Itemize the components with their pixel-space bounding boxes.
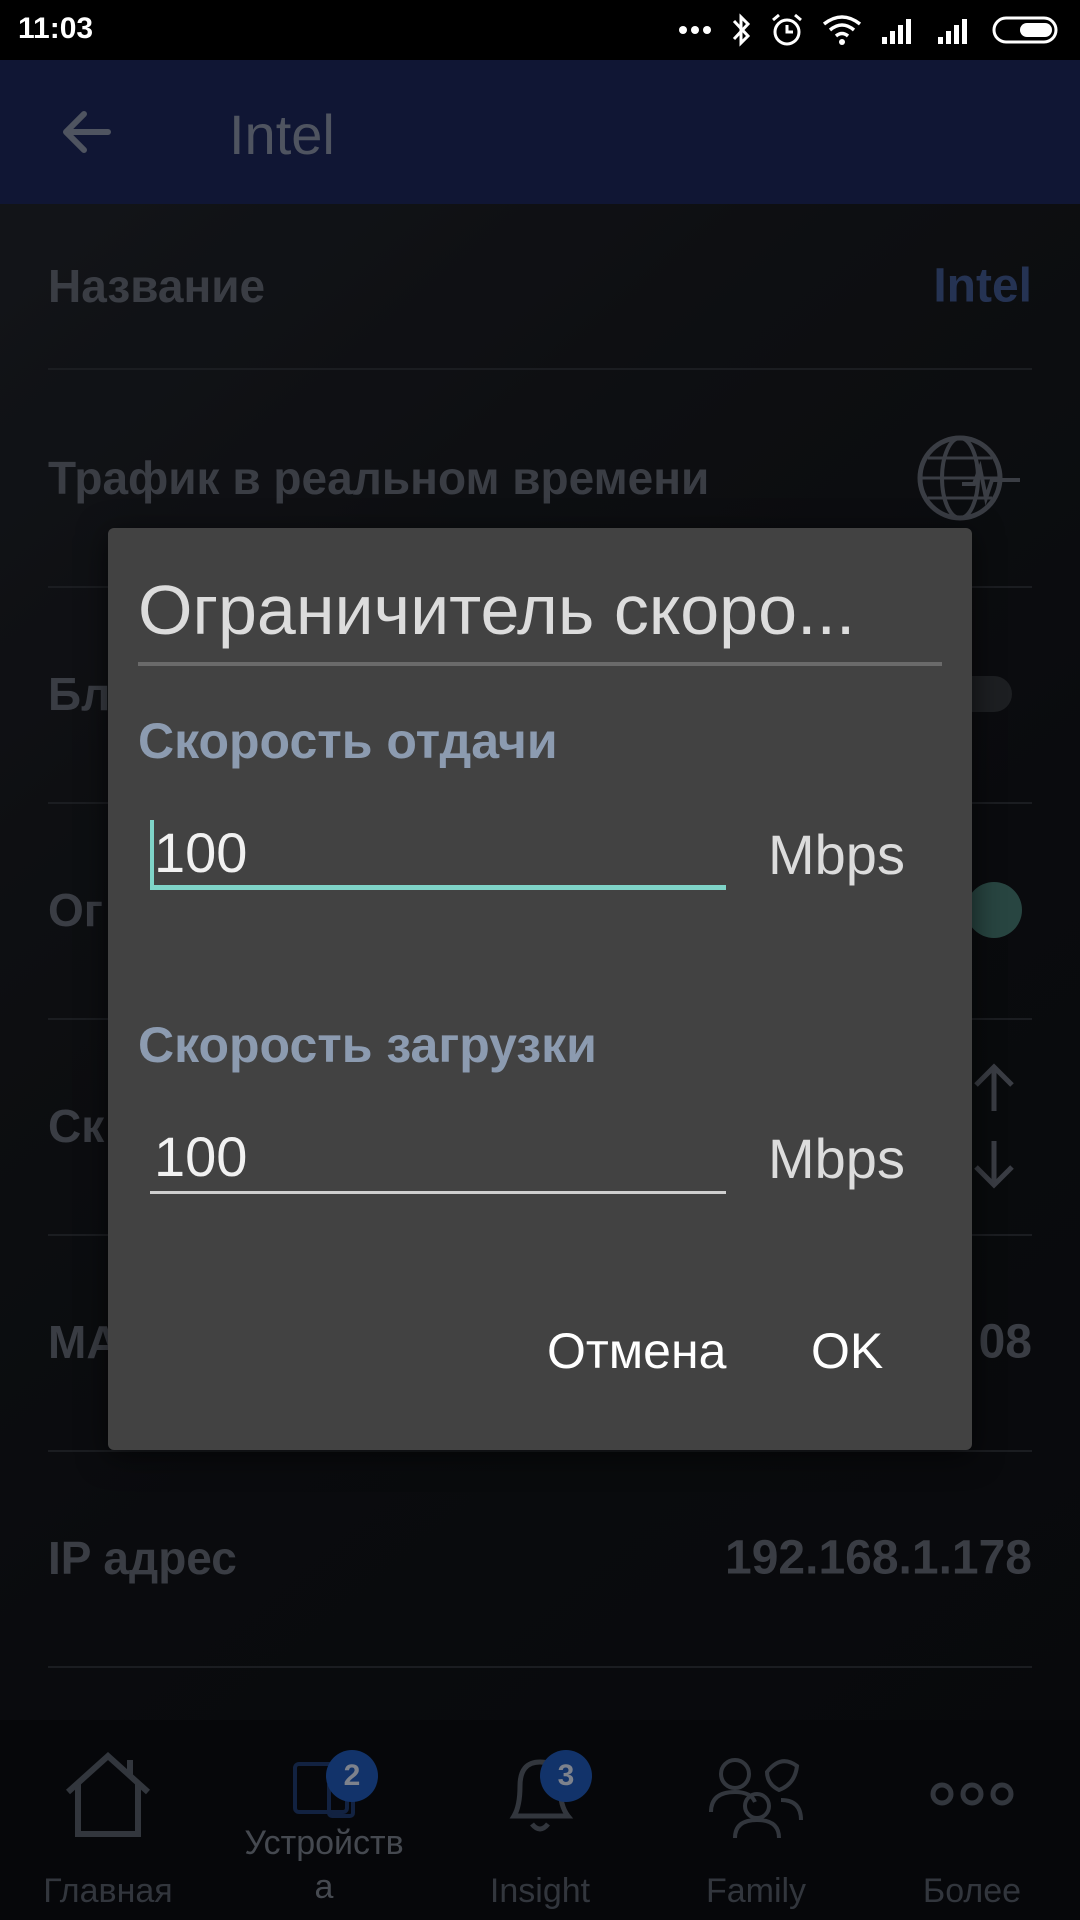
status-time: 11:03 [18, 12, 94, 45]
dialog-title: Ограничитель скоро... [138, 571, 856, 649]
download-speed-value: 100 [154, 1125, 248, 1188]
upload-unit: Mbps [768, 823, 905, 886]
download-speed-label: Скорость загрузки [138, 1017, 597, 1073]
status-bar: 11:03 [0, 0, 1080, 60]
signal-icon [938, 19, 967, 44]
input-underline [150, 885, 726, 890]
battery-icon [992, 16, 1058, 44]
upload-speed-input[interactable]: 100 [150, 810, 726, 890]
alarm-icon [772, 13, 802, 46]
input-underline [150, 1191, 726, 1194]
cancel-button[interactable]: Отмена [547, 1322, 726, 1380]
upload-speed-value: 100 [154, 821, 248, 884]
dialog-title-divider [138, 662, 942, 666]
upload-speed-label: Скорость отдачи [138, 713, 558, 769]
download-speed-input[interactable]: 100 [150, 1114, 726, 1194]
speed-limiter-dialog: Ограничитель скоро... Скорость отдачи 10… [108, 528, 972, 1450]
status-icons [678, 10, 1062, 50]
download-unit: Mbps [768, 1127, 905, 1190]
more-icon [679, 26, 711, 34]
bluetooth-icon [732, 13, 751, 47]
signal-icon [882, 19, 911, 44]
ok-button[interactable]: OK [811, 1322, 883, 1380]
wifi-icon [822, 15, 862, 45]
